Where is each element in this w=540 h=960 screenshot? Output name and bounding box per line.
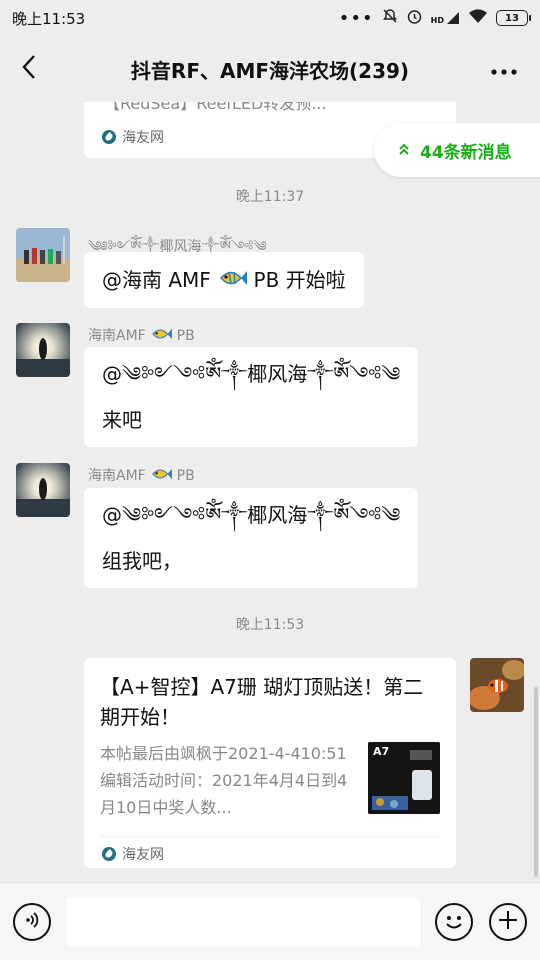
chat-area[interactable]: 【RedSea】ReefLED转发预... 海友网 44条新消息 晚上11:37… — [0, 102, 540, 882]
message-text: @༄༻༺ཨོཾ༒椰风海༒ཨོཾ༺༄ — [102, 362, 401, 386]
sender-name-text: PB — [176, 468, 195, 484]
avatar[interactable] — [16, 323, 70, 377]
avatar[interactable] — [16, 228, 70, 282]
message-bubble[interactable]: @༄༻༺ཨོཾ༒椰风海༒ཨོཾ༺༄ 组我吧， — [84, 488, 419, 588]
new-messages-button[interactable]: 44条新消息 — [374, 123, 540, 177]
more-horizontal-icon — [491, 60, 517, 79]
hd-signal-icon: HD — [431, 11, 460, 25]
sender-name-text: PB — [176, 328, 195, 344]
voice-button[interactable] — [13, 903, 51, 941]
card-divider — [100, 836, 440, 837]
fish-emoji-icon — [217, 254, 248, 310]
battery-level: 13 — [505, 12, 519, 24]
link-card-source-label: 海友网 — [122, 847, 164, 863]
message-bubble[interactable]: @༄༻༺ཨོཾ༒椰风海༒ཨོཾ༺༄ 来吧 — [84, 347, 419, 447]
fish-emoji-icon — [150, 466, 173, 486]
link-card-description: 本帖最后由飒枫于2021-4-410:51编辑活动时间：2021年4月4日到4月… — [100, 744, 348, 817]
link-card-title: 【RedSea】ReefLED转发预... — [104, 102, 327, 113]
mute-icon — [382, 8, 398, 28]
message-text: 组我吧， — [102, 549, 182, 573]
sender-name: 海南AMF PB — [88, 325, 195, 346]
battery-icon: 13 — [496, 10, 531, 26]
message-input[interactable] — [66, 897, 420, 947]
voice-icon — [22, 910, 42, 934]
haiyou-logo-icon — [102, 130, 116, 144]
scrollbar[interactable] — [534, 687, 538, 877]
double-chevron-up-icon — [398, 140, 410, 160]
status-bar: 晚上11:53 ••• HD 13 — [0, 0, 540, 36]
sender-name-text: 海南AMF — [88, 468, 146, 484]
emoji-button[interactable] — [435, 903, 473, 941]
more-functions-button[interactable] — [489, 903, 527, 941]
my-avatar[interactable] — [470, 658, 524, 712]
sender-name: 海南AMF PB — [88, 465, 195, 486]
fish-emoji-icon — [150, 326, 173, 346]
chat-title: 抖音RF、AMF海洋农场(239) — [130, 58, 410, 83]
alarm-icon — [406, 8, 423, 29]
new-messages-label: 44条新消息 — [420, 142, 512, 163]
status-time: 晚上11:53 — [12, 9, 86, 28]
dots-icon: ••• — [338, 7, 374, 29]
link-card-source-label: 海友网 — [122, 130, 164, 146]
avatar[interactable] — [16, 463, 70, 517]
chevron-left-icon — [21, 54, 37, 84]
message-bubble[interactable]: @海南 AMF PB 开始啦 — [84, 252, 364, 308]
message-text: PB 开始啦 — [253, 268, 346, 292]
more-button[interactable] — [484, 50, 524, 88]
chat-header: 抖音RF、AMF海洋农场(239) — [0, 36, 540, 102]
sender-name-text: 海南AMF — [88, 328, 146, 344]
link-card-source: 海友网 — [102, 127, 164, 147]
timestamp: 晚上11:53 — [235, 617, 305, 633]
message-text: @༄༻༺ཨོཾ༒椰风海༒ཨོཾ༺༄ — [102, 503, 401, 527]
wifi-icon — [468, 8, 488, 28]
emoji-icon — [437, 916, 471, 943]
link-card-source: 海友网 — [102, 844, 164, 864]
timestamp: 晚上11:37 — [235, 189, 305, 205]
status-icons: ••• HD 13 — [338, 7, 531, 29]
input-bar — [0, 882, 540, 960]
link-card[interactable]: 【A+智控】A7珊 瑚灯顶贴送！第二期开始！ 本帖最后由飒枫于2021-4-41… — [84, 658, 456, 868]
link-card-title: 【A+智控】A7珊 瑚灯顶贴送！第二期开始！ — [100, 675, 424, 729]
message-text: @海南 AMF — [102, 268, 211, 292]
plus-icon — [497, 909, 519, 935]
thumb-label: A7 — [373, 745, 390, 758]
link-card-thumbnail: A7 — [368, 742, 440, 814]
message-text: 来吧 — [102, 408, 142, 432]
haiyou-logo-icon — [102, 847, 116, 861]
back-button[interactable] — [12, 50, 46, 88]
